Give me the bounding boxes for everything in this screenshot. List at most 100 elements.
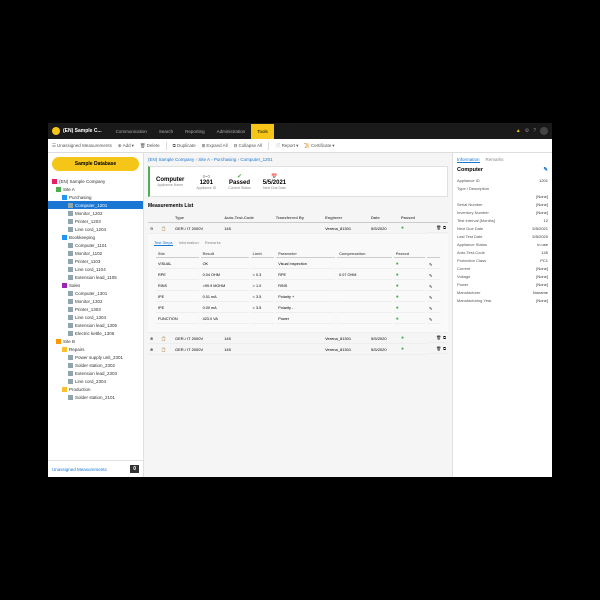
copy-icon[interactable]: ⧉ [443,225,446,230]
table-row[interactable]: ⊕📋GER./ IT 2000V145Verena_813015/5/2020●… [148,344,448,355]
device-icon [68,323,73,328]
nav-administration[interactable]: Administration [211,124,252,139]
tree-item[interactable]: Line cord_1104 [48,265,143,273]
delete-icon[interactable]: 🗑 [436,225,441,230]
detail-tab[interactable]: Remarks [205,240,221,246]
help-icon[interactable]: ? [533,128,536,134]
nav-communication[interactable]: Communication [110,124,153,139]
info-row: Voltage[None] [457,272,548,280]
tree-item[interactable]: Printer_1103 [48,257,143,265]
info-row: Protection ClassPC1 [457,256,548,264]
tree-item[interactable]: Solder station_2101 [48,393,143,401]
pass-icon: ● [396,261,399,267]
alert-icon[interactable]: ▲ [516,128,521,134]
database-button[interactable]: Sample Database [52,157,139,171]
tree-item[interactable]: Power supply unit_2301 [48,353,143,361]
add-button[interactable]: ⊕ Add ▾ [118,143,134,149]
unassigned-button[interactable]: ☰ Unassigned Measurements [52,143,112,149]
certificate-button[interactable]: 📜 Certificate ▾ [304,143,334,149]
nav-tools[interactable]: Tools [251,124,274,139]
table-row[interactable]: ⊖📋GER./ IT 2000V145Verena_813015/5/2020●… [148,223,448,234]
tree-item[interactable]: Site B [48,337,143,345]
edit-icon[interactable]: ✎ [429,285,432,289]
tree-item[interactable]: Monitor_1302 [48,297,143,305]
breadcrumb-link[interactable]: Computer_1201 [240,157,272,162]
device-icon [68,355,73,360]
tree-item[interactable]: Computer_1101 [48,241,143,249]
edit-icon[interactable]: ✎ [429,307,432,311]
device-icon [68,299,73,304]
tree-item[interactable]: Monitor_1202 [48,209,143,217]
detail-row: IPE0.00 mA< 3.5Polarity -●✎ [156,304,440,313]
edit-icon[interactable]: ✎ [429,274,432,278]
pass-icon: ● [396,283,399,289]
report-button[interactable]: 📄 Report ▾ [275,143,298,149]
rp-title: Computer ✎ [457,167,548,173]
detail-tab[interactable]: Information [179,240,199,246]
tree-item[interactable]: Purchasing [48,193,143,201]
pass-icon: ● [396,272,399,278]
settings-icon[interactable]: ⚙ [525,128,529,134]
tree-item[interactable]: Monitor_1102 [48,249,143,257]
info-row: Manufacturing Year[None] [457,296,548,304]
tree-item[interactable]: Repairs [48,345,143,353]
content: (EN) Sample Company › Site A › Purchasin… [144,153,552,477]
info-row: Last Test Date5/5/2020 [457,232,548,240]
summary-id: ○-○ 1201 Appliance ID [196,174,216,190]
info-row: Test Interval [Months]12 [457,216,548,224]
device-icon [68,363,73,368]
rp-rows: Appliance ID1201Type / Description[None]… [457,176,548,304]
breadcrumb: (EN) Sample Company › Site A › Purchasin… [148,157,448,162]
nav-search[interactable]: Search [153,124,179,139]
edit-icon[interactable]: ✎ [429,318,432,322]
tab-remarks[interactable]: Remarks [486,157,504,163]
tree-item[interactable]: Bookkeeping [48,233,143,241]
dept-icon [56,187,61,192]
breadcrumb-link[interactable]: (EN) Sample Company [148,157,194,162]
tree-item[interactable]: Solder station_2302 [48,361,143,369]
info-row: Next Due Date5/5/2021 [457,224,548,232]
tree-item[interactable]: Computer_1201 [48,201,143,209]
table-row[interactable]: ⊕📋GER./ IT 2000V145Verena_813015/5/2020●… [148,333,448,344]
info-row: Inventory Number[None] [457,208,548,216]
expand-button[interactable]: ⊞ Expand All [202,143,228,149]
tree-item[interactable]: Printer_1303 [48,305,143,313]
avatar[interactable] [540,127,548,135]
edit-icon[interactable]: ✎ [543,167,548,173]
delete-icon[interactable]: 🗑 [436,346,441,351]
detail-tab[interactable]: Test Steps [154,240,173,246]
tree-item[interactable]: Line cord_2304 [48,377,143,385]
measurements-title: Measurements List [148,203,448,209]
copy-icon[interactable]: ⧉ [443,335,446,340]
delete-icon[interactable]: 🗑 [436,335,441,340]
breadcrumb-link[interactable]: Site A [198,157,210,162]
tree-item[interactable]: Line cord_1304 [48,313,143,321]
device-icon [68,227,73,232]
collapse-button[interactable]: ⊟ Collapse All [234,143,262,149]
edit-icon[interactable]: ✎ [429,296,432,300]
pass-icon: ● [396,305,399,311]
duplicate-button[interactable]: ⧉ Duplicate [173,143,196,148]
tree-item[interactable]: Extension lead_1105 [48,273,143,281]
tree-item[interactable]: Extension lead_2303 [48,369,143,377]
info-row: Serial Number[None] [457,200,548,208]
tree-item[interactable]: Electric kettle_1306 [48,329,143,337]
dept2-icon [62,195,67,200]
tree-item[interactable]: Extension lead_1305 [48,321,143,329]
tree-item[interactable]: Printer_1203 [48,217,143,225]
edit-icon[interactable]: ✎ [429,263,432,267]
copy-icon[interactable]: ⧉ [443,346,446,351]
tree-item[interactable]: Line cord_1204 [48,225,143,233]
tree-item[interactable]: (EN) Sample Company [48,177,143,185]
tree-item[interactable]: Production [48,385,143,393]
sidebar-footer[interactable]: Unassigned Measurements 0 [48,460,143,477]
tree-item[interactable]: Computer_1301 [48,289,143,297]
breadcrumb-link[interactable]: Purchasing [214,157,237,162]
tree-item[interactable]: Site A [48,185,143,193]
summary-status: ✔ Passed Current Status [228,173,251,190]
tab-information[interactable]: Information [457,157,480,163]
detail-box: Test StepsInformationRemarksSiteResultLi… [150,236,446,330]
delete-button[interactable]: 🗑 Delete [140,143,160,149]
tree-item[interactable]: Sales [48,281,143,289]
nav-reporting[interactable]: Reporting [179,124,211,139]
